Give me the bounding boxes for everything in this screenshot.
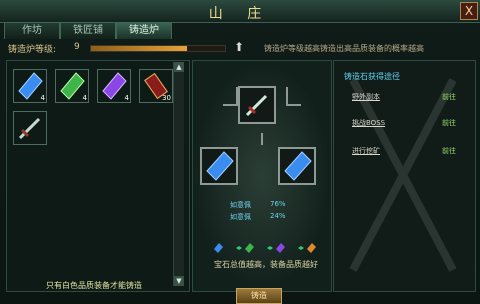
tab-forge[interactable]: 铸造炉 [116,22,172,39]
forge-level-progress [90,45,226,52]
forge-level-description: 铸造炉等级越高铸造出高品质装备的概率越高 [264,44,424,53]
arrow-icon [298,246,304,250]
source-name: 野外副本 [352,93,380,101]
green-gem-icon [245,243,254,253]
arrow-icon [236,246,242,250]
forge-button[interactable]: 铸造 [236,288,282,304]
probability-label-2: 如意佩 [230,213,251,221]
source-row-field-dungeon: 野外副本 前往 [352,92,464,104]
probability-value-2: 24% [270,212,286,220]
slot-count: 30 [162,94,171,102]
source-go-link[interactable]: 前往 [442,146,456,156]
source-go-link[interactable]: 前往 [442,118,456,128]
forge-result-slot[interactable] [238,86,276,124]
inventory-slot-4[interactable]: 30 [139,69,173,103]
inventory-slot-1[interactable]: 4 [13,69,47,103]
source-name: 进行挖矿 [352,147,380,155]
blue-crystal-icon [284,151,312,181]
slot-count: 4 [40,94,45,102]
sword-icon [18,117,41,140]
inventory-panel: 4 4 4 30 [6,60,190,292]
purple-gem-icon [276,243,285,253]
arrow-icon [267,246,273,250]
inventory-slot-2[interactable]: 4 [55,69,89,103]
source-row-mining: 进行挖矿 前往 [352,146,464,158]
tab-blacksmith[interactable]: 铁匠铺 [60,22,116,39]
source-name: 挑战BOSS [352,119,386,127]
forge-level-label: 铸造炉等级: [8,45,57,55]
forge-level-bar: 铸造炉等级: 9 ⬆ 铸造炉等级越高铸造出高品质装备的概率越高 [6,40,476,56]
probability-value-1: 76% [270,200,286,208]
gem-value-note: 宝石总值越高，装备品质越好 [214,260,318,269]
orange-gem-icon [307,243,316,253]
upgrade-arrow-icon[interactable]: ⬆ [234,40,244,54]
blue-gem-icon [214,243,223,253]
village-window: 山 庄 X 作坊 铁匠铺 铸造炉 铸造炉等级: 9 ⬆ 铸造炉等级越高铸造出高品… [0,0,480,304]
source-row-boss: 挑战BOSS 前往 [352,118,464,130]
inventory-scrollbar[interactable]: ▲ ▼ [173,62,184,286]
sword-icon [245,94,268,117]
sources-title: 铸造石获得途径 [344,72,400,81]
slot-count: 4 [124,94,129,102]
close-button[interactable]: X [460,2,478,20]
tab-workshop[interactable]: 作坊 [4,22,60,39]
source-go-link[interactable]: 前往 [442,92,456,102]
inventory-slot-5[interactable] [13,111,47,145]
inventory-note: 只有白色品质装备才能铸造 [46,281,142,290]
probability-label-1: 如意佩 [230,201,251,209]
blue-crystal-icon [206,151,234,181]
forge-level-value: 9 [74,42,80,52]
forge-material-slot-left[interactable] [200,147,238,185]
gem-quality-legend [214,243,316,253]
window-titlebar: 山 庄 X [0,0,480,23]
slot-count: 4 [82,94,87,102]
window-title: 山 庄 [208,6,272,22]
forge-material-slot-right[interactable] [278,147,316,185]
forge-level-progress-fill [91,46,188,51]
scroll-up-icon[interactable]: ▲ [174,62,184,72]
inventory-slot-3[interactable]: 4 [97,69,131,103]
